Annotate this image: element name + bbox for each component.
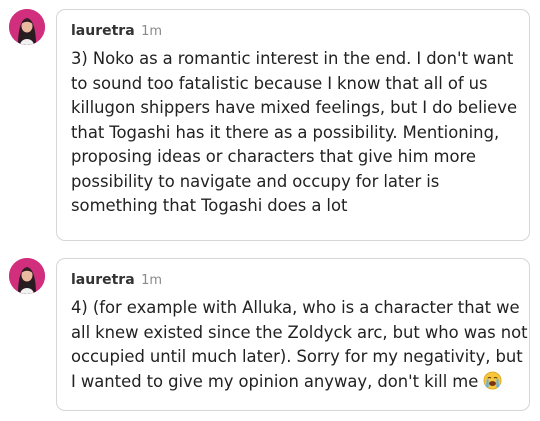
reply-text-line: killugon shippers have mixed feelings, b… xyxy=(71,98,518,117)
reply-thread: lauretra 1m 3) Noko as a romantic intere… xyxy=(0,0,540,421)
reply-text: 4) (for example with Alluka, who is a ch… xyxy=(71,296,528,395)
reply-text-line-content: I wanted to give my opinion anyway, don'… xyxy=(71,371,479,391)
reply-text-line: that Togashi has it there as a possibili… xyxy=(71,122,500,142)
post-meta: lauretra 1m xyxy=(71,271,517,290)
reply-text-line: possibility to navigate and occupy for l… xyxy=(71,171,440,191)
reply-text-line: I wanted to give my opinion anyway, don'… xyxy=(71,370,517,395)
reply-text: 3) Noko as a romantic interest in the en… xyxy=(71,47,517,219)
reply-bubble: lauretra 1m 3) Noko as a romantic intere… xyxy=(56,9,530,241)
reply-bubble: lauretra 1m 4) (for example with Alluka,… xyxy=(56,258,530,411)
avatar-image xyxy=(9,9,45,45)
reply-text-line: something that Togashi does a lot xyxy=(71,196,348,215)
avatar[interactable] xyxy=(9,9,45,45)
post-meta: lauretra 1m xyxy=(71,22,517,41)
reply-text-line: to sound too fatalistic because I know t… xyxy=(71,73,488,93)
reply-text-line: occupied until much later). Sorry for my… xyxy=(71,347,523,366)
reply-text-line: all knew existed since the Zoldyck arc, … xyxy=(71,322,528,342)
timestamp: 1m xyxy=(141,24,163,39)
username[interactable]: lauretra xyxy=(71,272,135,288)
reply-text-line: 4) (for example with Alluka, who is a ch… xyxy=(71,298,520,317)
avatar-image xyxy=(9,258,45,294)
timestamp: 1m xyxy=(141,273,163,288)
loudly-crying-face-icon xyxy=(483,371,502,390)
avatar[interactable] xyxy=(9,258,45,294)
username[interactable]: lauretra xyxy=(71,23,135,39)
reply-text-line: proposing ideas or characters that give … xyxy=(71,147,477,166)
reply-text-line: 3) Noko as a romantic interest in the en… xyxy=(71,49,514,68)
